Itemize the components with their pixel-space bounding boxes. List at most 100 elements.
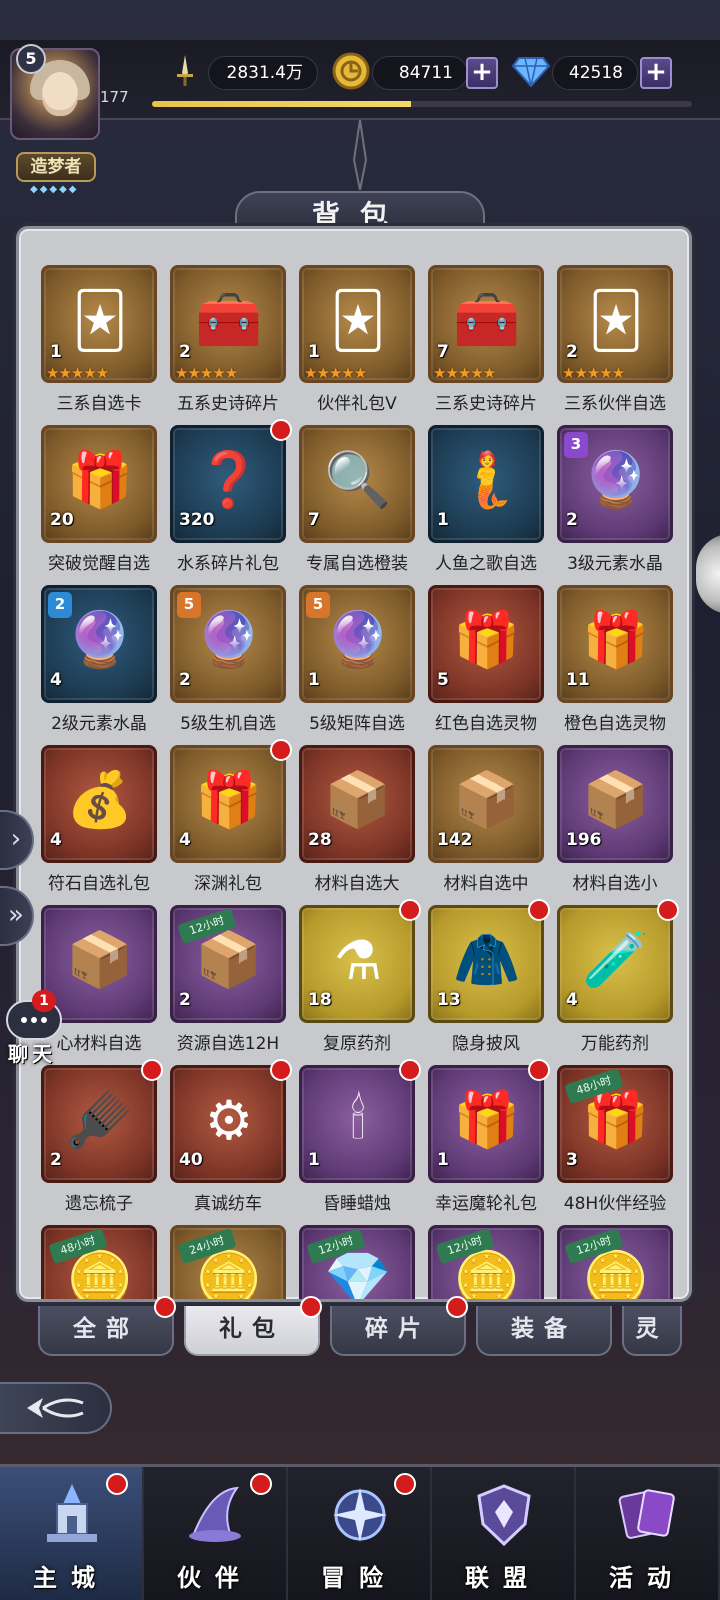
new-item-dot bbox=[270, 739, 292, 761]
bag-item-slot[interactable]: ⚗ 18 bbox=[299, 905, 415, 1023]
bag-item-cell[interactable]: 🔍 7 专属自选橙装 bbox=[299, 425, 415, 585]
new-item-dot bbox=[270, 1059, 292, 1081]
bag-item-cell[interactable]: 🎁 48小时 3 48H伙伴经验 bbox=[557, 1065, 673, 1225]
back-button[interactable] bbox=[0, 1382, 112, 1434]
card-icon: 🃏 bbox=[588, 288, 644, 352]
bag-item-cell[interactable]: 🔮 3 2 3级元素水晶 bbox=[557, 425, 673, 585]
bag-item-slot[interactable]: 🎁 11 bbox=[557, 585, 673, 703]
tab-1[interactable]: 礼包 bbox=[184, 1296, 322, 1356]
bag-item-cell[interactable]: 🪙 24小时 bbox=[170, 1225, 286, 1299]
add-diamond-button[interactable]: + bbox=[640, 57, 672, 89]
bag-item-slot[interactable]: 🪮 2 bbox=[41, 1065, 157, 1183]
bag-item-slot[interactable]: 🃏 2 ★★★★★ bbox=[557, 265, 673, 383]
bag-item-slot[interactable]: 💎 12小时 bbox=[299, 1225, 415, 1299]
bag-item-cell[interactable]: 🧜 1 人鱼之歌自选 bbox=[428, 425, 544, 585]
bag-item-slot[interactable]: 🧰 2 ★★★★★ bbox=[170, 265, 286, 383]
bag-item-cell[interactable]: ⚗ 18 复原药剂 bbox=[299, 899, 421, 1065]
bag-item-slot[interactable]: 🧥 13 bbox=[428, 905, 544, 1023]
bag-item-slot[interactable]: 🔮 3 2 bbox=[557, 425, 673, 543]
bag-item-cell[interactable]: 🪙 12小时 bbox=[557, 1225, 673, 1299]
bag-item-cell[interactable]: 🎁 4 深渊礼包 bbox=[170, 739, 292, 905]
bag-item-cell[interactable]: 🧪 4 万能药剂 bbox=[557, 899, 679, 1065]
bag-item-cell[interactable]: 🎁 5 红色自选灵物 bbox=[428, 585, 544, 745]
nav-item-0[interactable]: 主城 bbox=[0, 1467, 144, 1600]
bag-item-slot[interactable]: 🪙 48小时 bbox=[41, 1225, 157, 1299]
bag-item-cell[interactable]: 🔮 5 1 5级矩阵自选 bbox=[299, 585, 415, 745]
bag-item-cell[interactable]: 💰 4 符石自选礼包 bbox=[41, 745, 157, 905]
star-rating: ★★★★★ bbox=[304, 364, 367, 382]
bag-item-slot[interactable]: 🧜 1 bbox=[428, 425, 544, 543]
chat-button[interactable]: 1 聊天 bbox=[4, 990, 64, 1066]
bag-item-cell[interactable]: ⚙ 40 真诚纺车 bbox=[170, 1059, 292, 1225]
bag-item-cell[interactable]: 📦 28 材料自选大 bbox=[299, 745, 415, 905]
bag-item-cell[interactable]: 🕯 1 昏睡蜡烛 bbox=[299, 1059, 421, 1225]
nav-item-2[interactable]: 冒险 bbox=[288, 1467, 432, 1600]
bag-item-cell[interactable]: 📦 12小时 2 资源自选12H bbox=[170, 905, 286, 1065]
bag-item-cell[interactable]: 💎 12小时 bbox=[299, 1225, 415, 1299]
bag-item-cell[interactable]: 🧥 13 隐身披风 bbox=[428, 899, 550, 1065]
item-name-label: 突破觉醒自选 bbox=[48, 554, 150, 574]
bag-item-slot[interactable]: 📦 28 bbox=[299, 745, 415, 863]
bag-item-cell[interactable]: 🔮 2 4 2级元素水晶 bbox=[41, 585, 157, 745]
bag-item-slot[interactable]: 🧪 4 bbox=[557, 905, 673, 1023]
nav-item-4[interactable]: 活动 bbox=[576, 1467, 720, 1600]
item-name-label: 昏睡蜡烛 bbox=[323, 1194, 391, 1214]
bag-item-cell[interactable]: 🪮 2 遗忘梳子 bbox=[41, 1059, 163, 1225]
bag-item-slot[interactable]: 🪙 12小时 bbox=[557, 1225, 673, 1299]
bag-item-slot[interactable]: 🕯 1 bbox=[299, 1065, 415, 1183]
add-gold-button[interactable]: + bbox=[466, 57, 498, 89]
bag-item-cell[interactable]: 🎁 20 突破觉醒自选 bbox=[41, 425, 157, 585]
bag-item-cell[interactable]: 🎁 1 幸运魔轮礼包 bbox=[428, 1059, 550, 1225]
bag-item-slot[interactable]: 🎁 1 bbox=[428, 1065, 544, 1183]
item-quantity: 7 bbox=[308, 510, 320, 530]
tab-2[interactable]: 碎片 bbox=[330, 1296, 468, 1356]
bag-item-slot[interactable]: 📦 196 bbox=[557, 745, 673, 863]
bag-item-slot[interactable]: 🔮 5 2 bbox=[170, 585, 286, 703]
gold-value: 84711 bbox=[372, 56, 468, 90]
bag-item-cell[interactable]: 🧰 7 ★★★★★ 三系史诗碎片 bbox=[428, 265, 544, 425]
bag-item-cell[interactable]: 🃏 2 ★★★★★ 三系伙伴自选 bbox=[557, 265, 673, 425]
bag-item-slot[interactable]: 🃏 1 ★★★★★ bbox=[299, 265, 415, 383]
tab-4[interactable]: 灵 bbox=[622, 1306, 682, 1356]
castle-icon bbox=[36, 1479, 108, 1551]
bag-item-slot[interactable]: 📦 12小时 2 bbox=[170, 905, 286, 1023]
bag-item-cell[interactable]: 📦 196 材料自选小 bbox=[557, 745, 673, 905]
nav-item-1[interactable]: 伙伴 bbox=[144, 1467, 288, 1600]
nav-item-3[interactable]: 联盟 bbox=[432, 1467, 576, 1600]
bag-item-slot[interactable]: 🔮 2 4 bbox=[41, 585, 157, 703]
item-name-label: 2级元素水晶 bbox=[51, 714, 147, 734]
bag-item-cell[interactable]: 📦 142 材料自选中 bbox=[428, 745, 544, 905]
bag-item-slot[interactable]: 📦 142 bbox=[428, 745, 544, 863]
bag-item-slot[interactable]: ❓ 320 bbox=[170, 425, 286, 543]
bag-item-slot[interactable]: 🪙 12小时 bbox=[428, 1225, 544, 1299]
tab-0[interactable]: 全部 bbox=[38, 1296, 176, 1356]
bag-item-slot[interactable]: 🃏 1 ★★★★★ bbox=[41, 265, 157, 383]
tab-3[interactable]: 装备 bbox=[476, 1306, 612, 1356]
bag-item-slot[interactable]: 🧰 7 ★★★★★ bbox=[428, 265, 544, 383]
bag-item-cell[interactable]: 🧰 2 ★★★★★ 五系史诗碎片 bbox=[170, 265, 286, 425]
bag-item-slot[interactable]: 🔍 7 bbox=[299, 425, 415, 543]
bag-item-slot[interactable]: 💰 4 bbox=[41, 745, 157, 863]
bag-item-slot[interactable]: 🎁 4 bbox=[170, 745, 286, 863]
bag-item-cell[interactable]: ❓ 320 水系碎片礼包 bbox=[170, 419, 292, 585]
bag-item-cell[interactable]: 🎁 11 橙色自选灵物 bbox=[557, 585, 673, 745]
item-quantity: 1 bbox=[308, 1150, 320, 1170]
bag-item-slot[interactable]: 🎁 5 bbox=[428, 585, 544, 703]
item-quantity: 4 bbox=[50, 830, 62, 850]
item-name-label: 伙伴礼包V bbox=[317, 394, 397, 414]
bag-item-slot[interactable]: 🪙 24小时 bbox=[170, 1225, 286, 1299]
bag-item-cell[interactable]: 🪙 12小时 bbox=[428, 1225, 544, 1299]
bag-item-cell[interactable]: 🔮 5 2 5级生机自选 bbox=[170, 585, 286, 745]
bag-item-slot[interactable]: ⚙ 40 bbox=[170, 1065, 286, 1183]
bag-item-cell[interactable]: 🃏 1 ★★★★★ 三系自选卡 bbox=[41, 265, 157, 425]
bag-item-cell[interactable]: 🪙 48小时 bbox=[41, 1225, 157, 1299]
tier-badge: 5 bbox=[306, 592, 330, 618]
player-title-plate[interactable]: 造梦者 bbox=[16, 152, 96, 182]
bag-item-slot[interactable]: 🎁 20 bbox=[41, 425, 157, 543]
bag-item-cell[interactable]: 🃏 1 ★★★★★ 伙伴礼包V bbox=[299, 265, 415, 425]
bag-item-slot[interactable]: 🎁 48小时 3 bbox=[557, 1065, 673, 1183]
bag-item-slot[interactable]: 🔮 5 1 bbox=[299, 585, 415, 703]
right-edge-widget[interactable] bbox=[696, 534, 720, 614]
player-avatar-frame[interactable]: 5 bbox=[6, 44, 106, 159]
item-name-label: 遗忘梳子 bbox=[65, 1194, 133, 1214]
